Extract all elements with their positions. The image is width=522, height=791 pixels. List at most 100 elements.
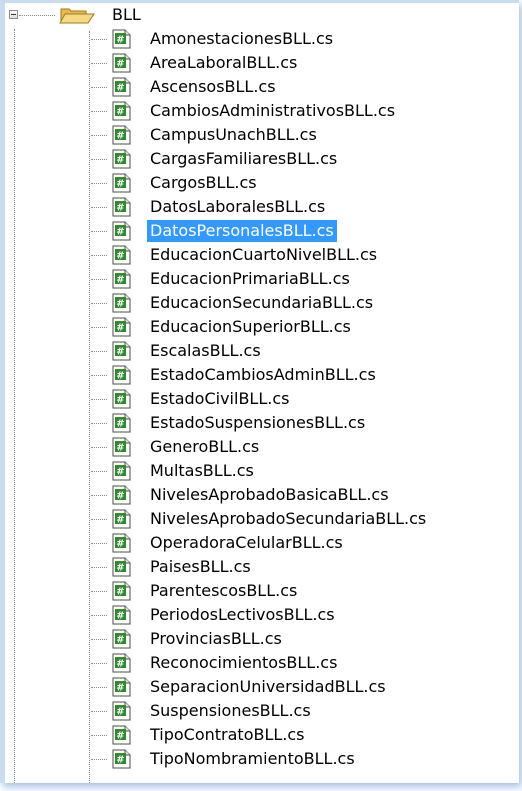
csharp-file-icon: #	[111, 53, 132, 73]
tree-item[interactable]: # TipoContratoBLL.cs	[5, 723, 519, 747]
tree-item[interactable]: # EstadoCambiosAdminBLL.cs	[5, 363, 519, 387]
tree-item-label: ProvinciasBLL.cs	[150, 629, 282, 648]
tree-connector	[91, 663, 107, 664]
tree-item-label: AreaLaboralBLL.cs	[150, 53, 298, 72]
csharp-file-icon: #	[111, 653, 132, 673]
tree-item[interactable]: # PaisesBLL.cs	[5, 555, 519, 579]
csharp-file-icon: #	[111, 341, 132, 361]
tree-item[interactable]: # CambiosAdministrativosBLL.cs	[5, 99, 519, 123]
tree-item[interactable]: # AreaLaboralBLL.cs	[5, 51, 519, 75]
tree-item-label: AmonestacionesBLL.cs	[150, 29, 334, 48]
folder-label: BLL	[112, 5, 141, 24]
csharp-file-icon: #	[111, 557, 132, 577]
csharp-file-icon: #	[111, 245, 132, 265]
tree-connector	[91, 63, 107, 64]
tree-item[interactable]: # SuspensionesBLL.cs	[5, 699, 519, 723]
tree-item[interactable]: # SeparacionUniversidadBLL.cs	[5, 675, 519, 699]
tree-item-label: OperadoraCelularBLL.cs	[150, 533, 343, 552]
solution-explorer-tree: BLL # AmonestacionesBLL.cs # AreaLaboralBLL…	[0, 0, 519, 783]
svg-text:#: #	[116, 658, 124, 669]
tree-item[interactable]: # PeriodosLectivosBLL.cs	[5, 603, 519, 627]
svg-text:#: #	[116, 706, 124, 717]
tree-item[interactable]: # NivelesAprobadoSecundariaBLL.cs	[5, 507, 519, 531]
svg-text:#: #	[116, 322, 124, 333]
tree-item[interactable]: # TipoNombramientoBLL.cs	[5, 747, 519, 771]
tree-node-bll[interactable]: BLL	[5, 3, 519, 27]
csharp-file-icon: #	[111, 581, 132, 601]
tree-item[interactable]: # EstadoSuspensionesBLL.cs	[5, 411, 519, 435]
tree-item[interactable]: # GeneroBLL.cs	[5, 435, 519, 459]
svg-text:#: #	[116, 586, 124, 597]
tree-item[interactable]: # CargasFamiliaresBLL.cs	[5, 147, 519, 171]
tree-item-label: EstadoSuspensionesBLL.cs	[150, 413, 366, 432]
tree-connector	[91, 231, 107, 232]
tree-item[interactable]: # ParentescosBLL.cs	[5, 579, 519, 603]
collapse-toggle-icon[interactable]	[9, 10, 18, 19]
tree-connector	[91, 255, 107, 256]
csharp-file-icon: #	[111, 173, 132, 193]
tree-item[interactable]: # EscalasBLL.cs	[5, 339, 519, 363]
tree-item-label: ReconocimientosBLL.cs	[150, 653, 338, 672]
svg-text:#: #	[116, 202, 124, 213]
svg-text:#: #	[116, 466, 124, 477]
tree-item[interactable]: # ReconocimientosBLL.cs	[5, 651, 519, 675]
csharp-file-icon: #	[111, 629, 132, 649]
tree-connector	[91, 687, 107, 688]
tree-item[interactable]: # EducacionSuperiorBLL.cs	[5, 315, 519, 339]
tree-connector	[91, 615, 107, 616]
csharp-file-icon: #	[111, 533, 132, 553]
tree-connector	[91, 39, 107, 40]
csharp-file-icon: #	[111, 413, 132, 433]
tree-connector	[91, 111, 107, 112]
tree-item-label: EducacionPrimariaBLL.cs	[150, 269, 350, 288]
tree-item[interactable]: # DatosLaboralesBLL.cs	[5, 195, 519, 219]
tree-item-label: DatosPersonalesBLL.cs	[147, 220, 337, 242]
csharp-file-icon: #	[111, 677, 132, 697]
tree-item-label: NivelesAprobadoSecundariaBLL.cs	[150, 509, 427, 528]
tree-item-label: TipoContratoBLL.cs	[150, 725, 305, 744]
tree-item-label: SeparacionUniversidadBLL.cs	[150, 677, 386, 696]
tree-connector	[91, 543, 107, 544]
tree-item[interactable]: # ProvinciasBLL.cs	[5, 627, 519, 651]
tree-item[interactable]: # EstadoCivilBLL.cs	[5, 387, 519, 411]
tree-item[interactable]: # MultasBLL.cs	[5, 459, 519, 483]
folder-open-icon	[59, 8, 95, 24]
tree-item[interactable]: # OperadoraCelularBLL.cs	[5, 531, 519, 555]
tree-item[interactable]: # EducacionCuartoNivelBLL.cs	[5, 243, 519, 267]
tree-connector	[91, 495, 107, 496]
tree-item-label: DatosLaboralesBLL.cs	[150, 197, 326, 216]
csharp-file-icon: #	[111, 149, 132, 169]
tree-item-label: PaisesBLL.cs	[150, 557, 251, 576]
tree-item[interactable]: # AscensosBLL.cs	[5, 75, 519, 99]
tree-connector	[91, 135, 107, 136]
tree-item[interactable]: # CampusUnachBLL.cs	[5, 123, 519, 147]
csharp-file-icon: #	[111, 77, 132, 97]
tree-item[interactable]: # EducacionSecundariaBLL.cs	[5, 291, 519, 315]
svg-text:#: #	[116, 298, 124, 309]
tree-item-label: CargosBLL.cs	[150, 173, 257, 192]
tree-item-label: AscensosBLL.cs	[150, 77, 276, 96]
tree-connector	[91, 471, 107, 472]
tree-item[interactable]: # CargosBLL.cs	[5, 171, 519, 195]
svg-text:#: #	[116, 418, 124, 429]
svg-text:#: #	[116, 394, 124, 405]
tree-connector	[91, 279, 107, 280]
svg-text:#: #	[116, 610, 124, 621]
tree-item-label: CampusUnachBLL.cs	[150, 125, 317, 144]
tree-item-label: EstadoCivilBLL.cs	[150, 389, 290, 408]
csharp-file-icon: #	[111, 269, 132, 289]
svg-text:#: #	[116, 274, 124, 285]
csharp-file-icon: #	[111, 389, 132, 409]
csharp-file-icon: #	[111, 365, 132, 385]
tree-item[interactable]: # DatosPersonalesBLL.cs	[5, 219, 519, 243]
tree-connector	[91, 759, 107, 760]
tree-item[interactable]: # NivelesAprobadoBasicaBLL.cs	[5, 483, 519, 507]
tree-connector	[91, 183, 107, 184]
tree-connector	[91, 303, 107, 304]
tree-item-label: MultasBLL.cs	[150, 461, 254, 480]
svg-text:#: #	[116, 154, 124, 165]
csharp-file-icon: #	[111, 437, 132, 457]
tree-item[interactable]: # EducacionPrimariaBLL.cs	[5, 267, 519, 291]
csharp-file-icon: #	[111, 293, 132, 313]
tree-item[interactable]: # AmonestacionesBLL.cs	[5, 27, 519, 51]
